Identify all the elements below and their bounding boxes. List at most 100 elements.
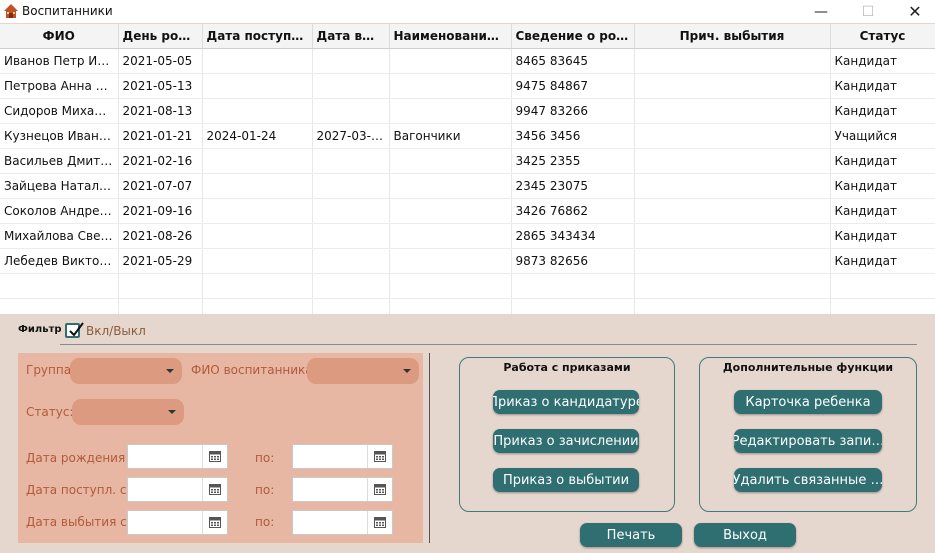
- cell-leave-date[interactable]: [312, 48, 390, 74]
- column-header-leave-date[interactable]: Дата выб…: [312, 24, 390, 49]
- cell-status[interactable]: [830, 298, 935, 314]
- cell-leave-reason[interactable]: [634, 298, 831, 314]
- cell-fio[interactable]: Васильев Дмитри…: [0, 148, 119, 174]
- cell-birth-certificate[interactable]: 2865 343434: [511, 223, 635, 249]
- cell-fio[interactable]: [0, 298, 119, 314]
- delete-related-button[interactable]: Удалить связанные …: [734, 468, 882, 492]
- cell-birth-certificate[interactable]: 9475 84867: [511, 73, 635, 99]
- cell-admission-date[interactable]: [202, 273, 313, 299]
- cell-status[interactable]: Кандидат: [830, 248, 935, 274]
- cell-fio[interactable]: Кузнецов Иван Н…: [0, 123, 119, 149]
- cell-leave-reason[interactable]: [634, 123, 831, 149]
- cell-leave-date[interactable]: [312, 298, 390, 314]
- cell-birthday[interactable]: 2021-08-26: [118, 223, 203, 249]
- print-button[interactable]: Печать: [580, 523, 682, 547]
- table-row[interactable]: Зайцева Наталья … 2021-07-07 2345 23075 Кан…: [0, 173, 935, 199]
- minimize-button[interactable]: —: [798, 0, 844, 23]
- cell-leave-date[interactable]: [312, 273, 390, 299]
- cell-fio[interactable]: Сидоров Михаил …: [0, 98, 119, 124]
- calendar-icon[interactable]: [367, 478, 392, 501]
- cell-birth-certificate[interactable]: 8465 83645: [511, 48, 635, 74]
- cell-birthday[interactable]: 2021-02-16: [118, 148, 203, 174]
- cell-admission-date[interactable]: [202, 173, 313, 199]
- cell-leave-date[interactable]: [312, 248, 390, 274]
- calendar-icon[interactable]: [202, 478, 227, 501]
- admit-to-datepicker[interactable]: [292, 477, 393, 502]
- leave-order-button[interactable]: Приказ о выбытии: [493, 468, 639, 492]
- child-card-button[interactable]: Карточка ребенка: [734, 390, 882, 414]
- enrollment-order-button[interactable]: Приказ о зачислении: [493, 429, 639, 453]
- cell-leave-reason[interactable]: [634, 173, 831, 199]
- cell-birthday[interactable]: 2021-08-13: [118, 98, 203, 124]
- cell-status[interactable]: Кандидат: [830, 148, 935, 174]
- cell-admission-date[interactable]: [202, 73, 313, 99]
- cell-admission-date[interactable]: [202, 298, 313, 314]
- cell-birth-certificate[interactable]: 3425 2355: [511, 148, 635, 174]
- table-row[interactable]: Иванов Петр Ива… 2021-05-05 8465 83645 Канд…: [0, 48, 935, 74]
- cell-leave-reason[interactable]: [634, 248, 831, 274]
- cell-birthday[interactable]: 2021-09-16: [118, 198, 203, 224]
- cell-group-name[interactable]: [389, 248, 512, 274]
- filter-toggle-checkbox[interactable]: [65, 322, 84, 338]
- column-header-birth-certificate[interactable]: Сведение о рожд…: [511, 24, 635, 49]
- cell-admission-date[interactable]: [202, 48, 313, 74]
- cell-group-name[interactable]: Вагончики: [389, 123, 512, 149]
- cell-birth-certificate[interactable]: 3426 76862: [511, 198, 635, 224]
- table-row[interactable]: [0, 273, 935, 299]
- cell-leave-date[interactable]: [312, 98, 390, 124]
- cell-leave-date[interactable]: [312, 173, 390, 199]
- cell-status[interactable]: Кандидат: [830, 48, 935, 74]
- birth-from-datepicker[interactable]: [127, 444, 228, 469]
- birth-to-datepicker[interactable]: [292, 444, 393, 469]
- table-row[interactable]: Соколов Андрей … 2021-09-16 3426 76862 Канд…: [0, 198, 935, 224]
- cell-birthday[interactable]: 2021-05-13: [118, 73, 203, 99]
- fio-combobox[interactable]: [307, 358, 419, 384]
- cell-fio[interactable]: Зайцева Наталья …: [0, 173, 119, 199]
- cell-fio[interactable]: Михайлова Светл…: [0, 223, 119, 249]
- exit-button[interactable]: Выход: [694, 523, 796, 547]
- cell-admission-date[interactable]: 2024-01-24: [202, 123, 313, 149]
- cell-leave-date[interactable]: [312, 73, 390, 99]
- cell-leave-reason[interactable]: [634, 223, 831, 249]
- cell-leave-date[interactable]: [312, 148, 390, 174]
- cell-status[interactable]: Кандидат: [830, 223, 935, 249]
- table-row[interactable]: [0, 298, 935, 314]
- cell-leave-date[interactable]: 2027-03-24: [312, 123, 390, 149]
- cell-group-name[interactable]: [389, 48, 512, 74]
- table-row[interactable]: Петрова Анна Ив… 2021-05-13 9475 84867 Канд…: [0, 73, 935, 99]
- cell-fio[interactable]: Петрова Анна Ив…: [0, 73, 119, 99]
- cell-birthday[interactable]: 2021-05-29: [118, 248, 203, 274]
- table-row[interactable]: Сидоров Михаил … 2021-08-13 9947 83266 Канд…: [0, 98, 935, 124]
- leave-from-datepicker[interactable]: [127, 510, 228, 535]
- cell-birth-certificate[interactable]: 9947 83266: [511, 98, 635, 124]
- cell-birth-certificate[interactable]: [511, 298, 635, 314]
- cell-admission-date[interactable]: [202, 98, 313, 124]
- cell-leave-date[interactable]: [312, 198, 390, 224]
- cell-status[interactable]: Учащийся: [830, 123, 935, 149]
- cell-group-name[interactable]: [389, 273, 512, 299]
- cell-leave-reason[interactable]: [634, 73, 831, 99]
- cell-leave-reason[interactable]: [634, 148, 831, 174]
- cell-birthday[interactable]: 2021-01-21: [118, 123, 203, 149]
- calendar-icon[interactable]: [202, 511, 227, 534]
- cell-birthday[interactable]: [118, 298, 203, 314]
- calendar-icon[interactable]: [367, 445, 392, 468]
- cell-birth-certificate[interactable]: [511, 273, 635, 299]
- status-combobox[interactable]: [72, 399, 184, 425]
- cell-admission-date[interactable]: [202, 148, 313, 174]
- column-header-status[interactable]: Статус: [830, 24, 935, 49]
- cell-group-name[interactable]: [389, 98, 512, 124]
- edit-record-button[interactable]: Редактировать запи…: [734, 429, 882, 453]
- group-combobox[interactable]: [70, 358, 182, 384]
- cell-status[interactable]: Кандидат: [830, 98, 935, 124]
- candidacy-order-button[interactable]: Приказ о кандидатуре: [493, 390, 639, 414]
- calendar-icon[interactable]: [367, 511, 392, 534]
- cell-birthday[interactable]: [118, 273, 203, 299]
- cell-birthday[interactable]: 2021-07-07: [118, 173, 203, 199]
- cell-birth-certificate[interactable]: 3456 3456: [511, 123, 635, 149]
- cell-admission-date[interactable]: [202, 248, 313, 274]
- cell-leave-reason[interactable]: [634, 48, 831, 74]
- cell-leave-date[interactable]: [312, 223, 390, 249]
- column-header-fio[interactable]: ФИО: [0, 24, 119, 49]
- table-row[interactable]: Васильев Дмитри… 2021-02-16 3425 2355 Канди…: [0, 148, 935, 174]
